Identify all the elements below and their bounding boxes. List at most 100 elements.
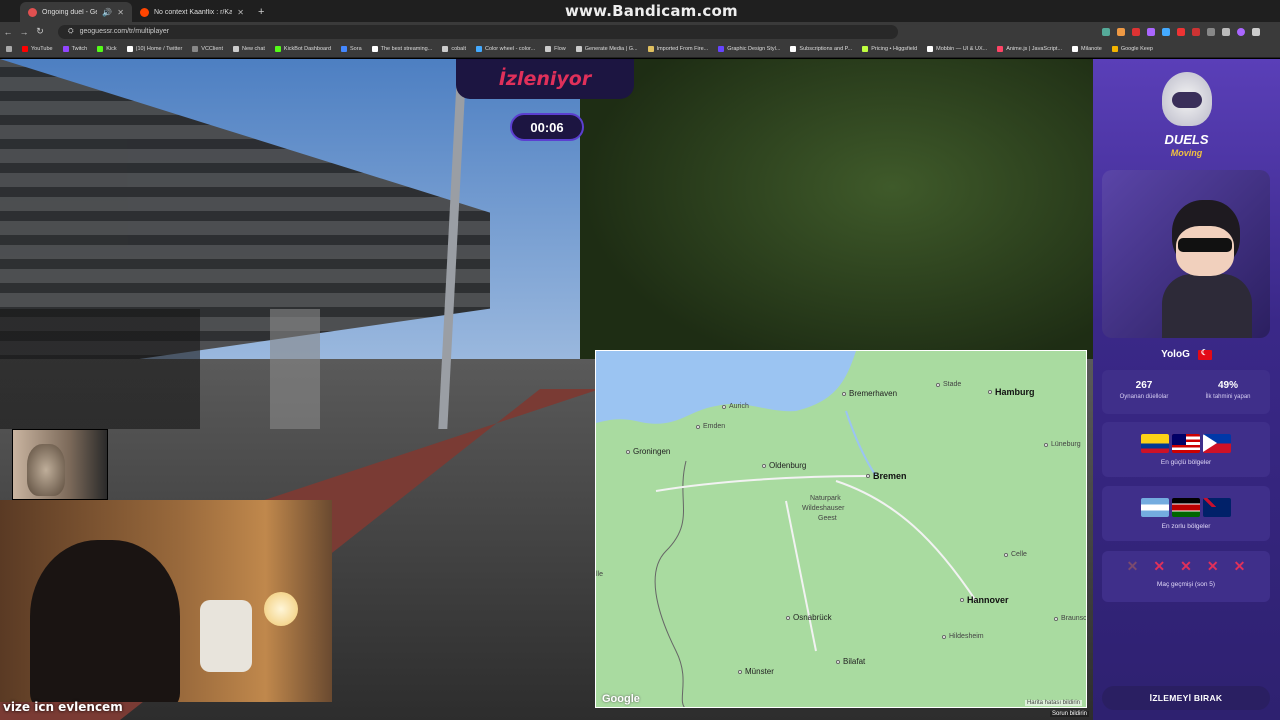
download-icon[interactable]	[1222, 27, 1230, 36]
map-highway	[655, 475, 867, 492]
speaker-icon[interactable]: 🔊	[102, 8, 112, 17]
map-highway	[835, 480, 977, 602]
bookmark-vcclient[interactable]: VCClient	[192, 46, 223, 52]
bookmark-animejs[interactable]: Anime.js | JavaScript...	[997, 46, 1062, 52]
city-name: Münster	[745, 667, 774, 676]
close-icon[interactable]: ✕	[237, 8, 244, 17]
city-dot-icon	[1044, 442, 1048, 447]
city-dot-icon	[1054, 616, 1058, 621]
extension-icon[interactable]	[1147, 27, 1155, 36]
bookmark-sora[interactable]: Sora	[341, 46, 362, 52]
loss-mark-icon: ✕	[1233, 558, 1246, 574]
map-city-label: Wildeshauser	[802, 505, 844, 512]
bookmark-generate-media[interactable]: Generate Media | G...	[575, 46, 638, 52]
city-name: Hamburg	[995, 387, 1035, 397]
player-avatar	[1102, 170, 1270, 338]
bookmark-graphic-design[interactable]: Graphic Design Styl...	[718, 46, 780, 52]
bookmark-twitch[interactable]: Twitch	[62, 46, 87, 52]
bookmark-higgsfield[interactable]: Pricing • Higgsfield	[862, 46, 917, 52]
google-logo: Google	[602, 693, 640, 705]
stat-duels-played: 267 Oynanan düellolar	[1119, 380, 1169, 400]
extension-icon[interactable]	[1177, 27, 1185, 36]
bookmark-twitter[interactable]: (10) Home / Twitter	[126, 46, 182, 52]
stop-spectating-button[interactable]: İZLEMEYİ BIRAK	[1102, 686, 1270, 710]
extension-icon[interactable]	[1192, 27, 1200, 36]
bookmark-kickbot[interactable]: KickBot Dashboard	[274, 46, 331, 52]
bookmark-google-keep[interactable]: Google Keep	[1111, 46, 1153, 52]
map-city-label: Hamburg	[988, 387, 1035, 397]
bookmark-flow[interactable]: Flow	[545, 46, 566, 52]
color-wheel-icon	[476, 46, 482, 52]
map-city-label: lle	[596, 571, 603, 578]
city-name: Groningen	[633, 447, 671, 456]
apps-grid-icon[interactable]	[6, 46, 12, 52]
new-tab-button[interactable]: +	[258, 6, 264, 18]
map-terrain	[596, 351, 977, 707]
forward-icon[interactable]: →	[16, 27, 32, 37]
turkey-flag-icon	[1197, 348, 1212, 360]
city-name: Lüneburg	[1051, 441, 1081, 448]
tab-title: Ongoing duel - GeoGuessr	[42, 8, 98, 16]
bookmark-new-chat[interactable]: New chat	[232, 46, 265, 52]
tab-reddit[interactable]: No context Kaanflix : r/Kaanflix ✕	[132, 2, 252, 22]
extension-icon[interactable]	[1207, 27, 1215, 36]
bookmark-milanote[interactable]: Milanote	[1072, 46, 1102, 52]
map-city-label: Braunsc	[1054, 615, 1087, 622]
lamp-figure	[264, 592, 298, 626]
city-name: Wildeshauser	[802, 505, 845, 512]
map-city-label: Groningen	[626, 447, 670, 456]
mobbin-icon	[927, 46, 934, 52]
weakest-regions-label: En zorlu bölgeler	[1161, 523, 1211, 530]
map-city-label: Emden	[696, 423, 725, 430]
duels-title: DUELS	[1164, 132, 1209, 147]
url-text: geoguessr.com/tr/multiplayer	[79, 28, 170, 35]
bookmark-folder[interactable]: Imported From Fire...	[647, 46, 708, 52]
close-icon[interactable]: ✕	[117, 8, 124, 17]
bookmark-cobalt[interactable]: cobalt	[442, 46, 466, 52]
extension-icon[interactable]	[1132, 27, 1140, 36]
bookmark-color-wheel[interactable]: Color wheel - color...	[476, 46, 535, 52]
map-city-label: Stade	[936, 381, 961, 388]
loss-mark-icon: ✕	[1180, 558, 1192, 574]
strongest-regions-card: En güçlü bölgeler	[1102, 422, 1270, 477]
vcclient-icon	[192, 46, 199, 52]
reload-icon[interactable]: ↻	[32, 26, 48, 37]
colombia-flag-icon	[1141, 434, 1169, 453]
back-icon[interactable]: ←	[0, 27, 16, 37]
city-name: Braunsc	[1061, 615, 1087, 622]
extension-icon[interactable]	[1162, 27, 1170, 36]
city-dot-icon	[722, 404, 726, 409]
map-error-report-link[interactable]: Harita hatası bildirin	[1024, 700, 1082, 706]
guess-map[interactable]: Bremerhaven Stade Hamburg Aurich Emden Gronin…	[595, 350, 1087, 708]
bookmark-youtube[interactable]: YouTube	[22, 46, 53, 52]
city-dot-icon	[786, 615, 790, 620]
city-dot-icon	[1004, 552, 1008, 557]
reddit-favicon-icon	[140, 7, 149, 17]
loss-mark-icon: ✕	[1153, 558, 1166, 574]
map-border-line	[654, 460, 687, 707]
duels-mode: Moving	[1170, 148, 1203, 158]
extension-icon[interactable]	[1102, 27, 1110, 36]
menu-icon[interactable]	[1252, 27, 1260, 36]
bookmark-subscriptions[interactable]: Subscriptions and P...	[790, 46, 852, 52]
australia-flag-icon	[1203, 498, 1231, 517]
loss-mark-icon: ✕	[1126, 558, 1139, 574]
bookmark-mobbin[interactable]: Mobbin — UI & UX...	[927, 46, 987, 52]
match-history-card: ✕ ✕ ✕ ✕ ✕ Maç geçmişi (son 5)	[1102, 551, 1270, 602]
map-city-label: Oldenburg	[762, 461, 806, 470]
bookmark-kick[interactable]: Kick	[97, 46, 117, 52]
city-name: Oldenburg	[769, 461, 807, 470]
panorama-trees	[580, 59, 1093, 379]
extension-icon[interactable]	[1117, 27, 1125, 36]
city-dot-icon	[842, 391, 846, 396]
report-issue-link[interactable]: Sorun bildirin	[1050, 711, 1090, 717]
strongest-regions-label: En güçlü bölgeler	[1160, 459, 1212, 466]
url-field[interactable]: ⛭ geoguessr.com/tr/multiplayer	[58, 24, 898, 39]
tab-geoguessr[interactable]: Ongoing duel - GeoGuessr 🔊 ✕	[20, 2, 132, 22]
site-info-icon[interactable]: ⛭	[68, 28, 74, 36]
map-city-label: Aurich	[722, 403, 749, 410]
bookmark-streaming[interactable]: The best streaming...	[371, 46, 432, 52]
profile-avatar-icon[interactable]	[1237, 27, 1245, 36]
city-dot-icon	[866, 474, 870, 478]
extension-icons	[1102, 27, 1260, 36]
